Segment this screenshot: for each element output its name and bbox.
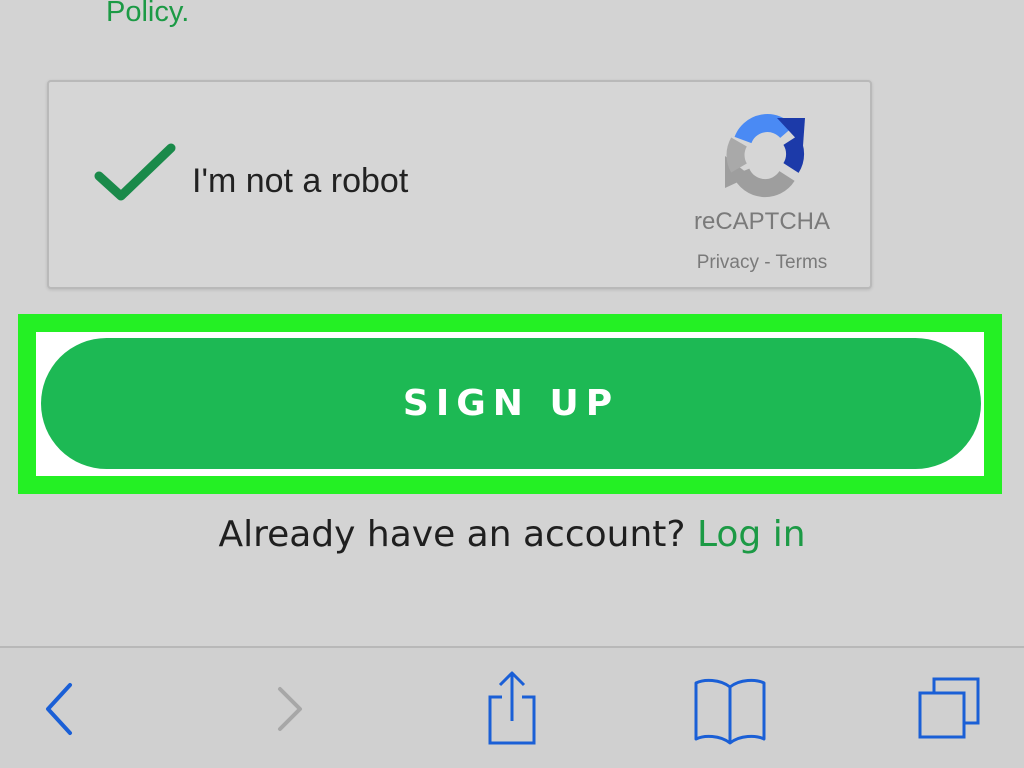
log-in-link[interactable]: Log in: [697, 514, 806, 555]
forward-icon: [278, 687, 302, 731]
sign-up-button[interactable]: SIGN UP: [41, 338, 981, 469]
forward-button[interactable]: [250, 648, 330, 768]
bookmarks-icon: [694, 678, 766, 745]
recaptcha-widget: I'm not a robot reCAPTCHA Privacy - Term…: [47, 80, 872, 289]
back-button[interactable]: [20, 648, 100, 768]
tabs-icon: [918, 677, 980, 739]
recaptcha-logo-icon: [725, 114, 805, 198]
bookmarks-button[interactable]: [686, 648, 774, 768]
tabs-button[interactable]: [904, 648, 992, 768]
links-separator: -: [759, 252, 776, 273]
recaptcha-links: Privacy - Terms: [649, 252, 875, 274]
share-button[interactable]: [470, 648, 554, 768]
checkmark-icon[interactable]: [91, 140, 181, 212]
terms-link[interactable]: Terms: [776, 252, 828, 273]
recaptcha-brand: reCAPTCHA: [693, 208, 831, 235]
privacy-link[interactable]: Privacy: [697, 252, 759, 273]
back-icon: [46, 683, 72, 735]
login-prompt-text: Already have an account?: [218, 514, 697, 555]
share-icon: [488, 671, 536, 745]
login-prompt: Already have an account? Log in: [0, 514, 1024, 555]
captcha-label: I'm not a robot: [192, 162, 409, 200]
browser-toolbar: [0, 646, 1024, 768]
page: Policy. I'm not a robot reCAPTCHA Privac…: [0, 0, 1024, 768]
privacy-policy-link[interactable]: Policy.: [106, 0, 189, 29]
